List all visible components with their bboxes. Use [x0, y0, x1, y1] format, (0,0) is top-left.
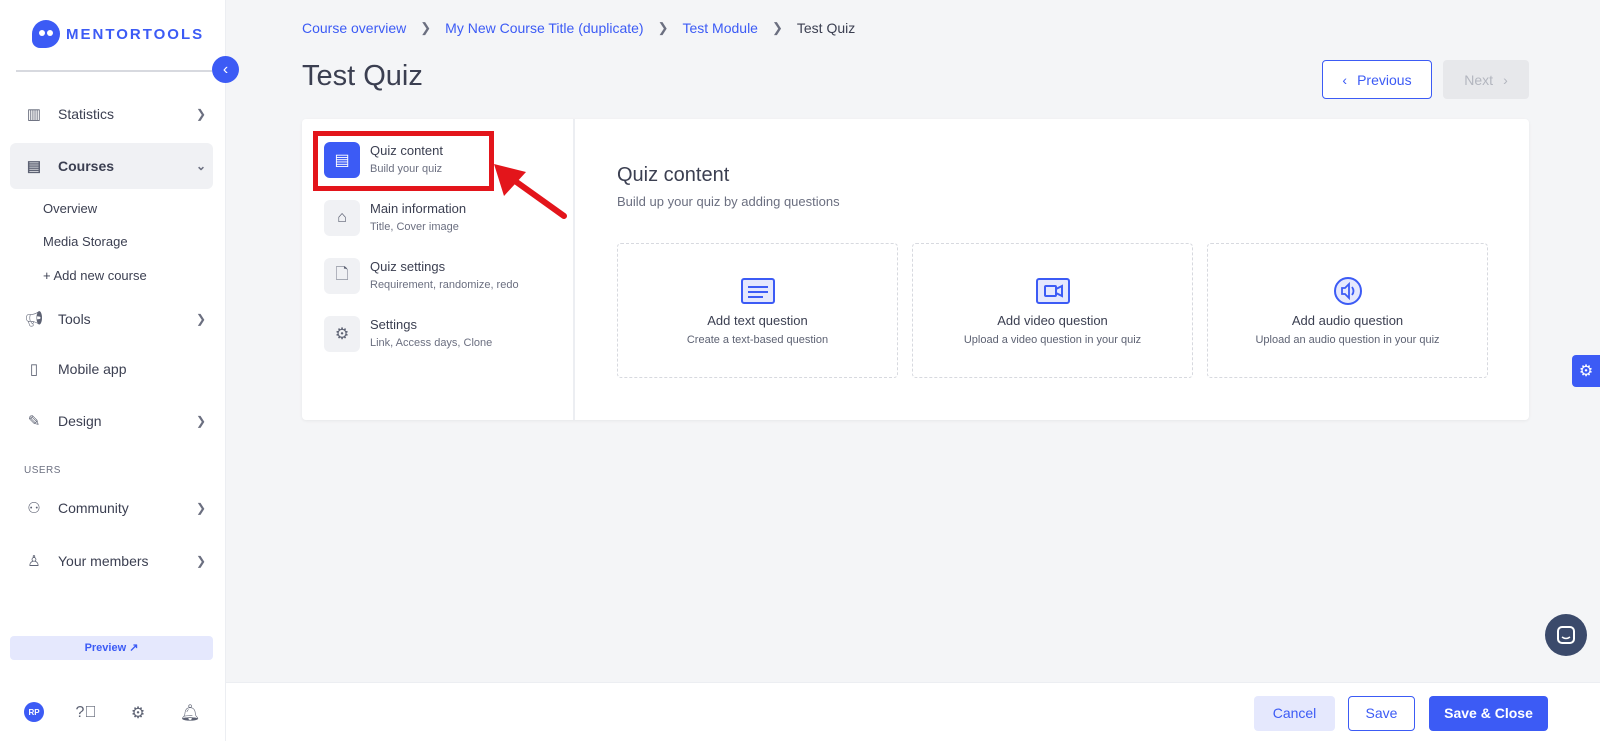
- chevron-right-icon: ❯: [195, 501, 207, 515]
- sidebar-item-community[interactable]: ⚇ Community ❯: [10, 485, 213, 531]
- previous-button[interactable]: ‹ Previous: [1322, 60, 1432, 99]
- content-title: Quiz content: [617, 164, 730, 186]
- sidebar-item-tools[interactable]: 📢︎ Tools ❯: [10, 296, 213, 342]
- breadcrumb-module[interactable]: Test Module: [682, 20, 757, 36]
- sidebar-item-design[interactable]: ✎ Design ❯: [10, 398, 213, 444]
- text-icon: [740, 277, 775, 305]
- quiz-menu-item-settings[interactable]: ⚙ Settings Link, Access days, Clone: [324, 316, 492, 352]
- card-title: Add text question: [707, 313, 808, 328]
- arrow-annotation-icon: [494, 164, 567, 219]
- help-icon[interactable]: ?⃝: [75, 702, 97, 724]
- document-icon: 🗋︎: [324, 258, 360, 294]
- logo[interactable]: MENTORTOOLS: [32, 20, 204, 48]
- megaphone-icon: 📢︎: [24, 311, 44, 328]
- video-icon: [1035, 277, 1070, 305]
- breadcrumb-course[interactable]: My New Course Title (duplicate): [445, 20, 643, 36]
- chevron-right-icon: ❯: [657, 20, 669, 35]
- menu-item-subtitle: Requirement, randomize, redo: [370, 279, 519, 291]
- menu-item-title: Main information: [370, 201, 467, 216]
- user-icon: ♙: [27, 553, 41, 570]
- sidebar-item-label: Courses: [58, 158, 115, 174]
- sidebar-subitem-overview[interactable]: Overview: [43, 201, 97, 216]
- preview-button[interactable]: Preview ↗: [10, 636, 213, 660]
- sidebar-subitem-media-storage[interactable]: Media Storage: [43, 234, 128, 249]
- gear-icon[interactable]: ⚙: [127, 702, 149, 724]
- group-icon: ⚇: [27, 500, 41, 517]
- logo-icon: [32, 20, 60, 48]
- home-icon: ⌂: [324, 200, 360, 236]
- sidebar: MENTORTOOLS ▥ Statistics ❯ ▤ Courses ⌄ O…: [0, 0, 226, 741]
- settings-tab-button[interactable]: ⚙: [1572, 355, 1600, 387]
- chevron-right-icon: ❯: [195, 414, 207, 428]
- book-icon: ▤: [26, 158, 42, 175]
- next-button[interactable]: Next ›: [1443, 60, 1529, 99]
- quiz-menu-item-quiz-settings[interactable]: 🗋︎ Quiz settings Requirement, randomize,…: [324, 258, 519, 294]
- add-video-question-card[interactable]: Add video question Upload a video questi…: [912, 243, 1193, 378]
- breadcrumb-course-overview[interactable]: Course overview: [302, 20, 406, 36]
- menu-item-subtitle: Title, Cover image: [370, 221, 459, 233]
- sidebar-item-label: Design: [58, 413, 102, 429]
- pencil-icon: ✎: [27, 413, 41, 430]
- next-label: Next: [1464, 71, 1494, 88]
- sidebar-item-label: Community: [58, 500, 129, 516]
- sidebar-item-courses[interactable]: ▤ Courses ⌄: [10, 143, 213, 189]
- card-title: Add audio question: [1291, 313, 1404, 328]
- sidebar-item-label: Tools: [58, 311, 91, 327]
- mobile-icon: ▯: [29, 361, 39, 378]
- sidebar-item-label: Your members: [58, 553, 149, 569]
- sidebar-item-label: Statistics: [58, 106, 115, 122]
- chat-launcher-button[interactable]: [1545, 614, 1587, 656]
- add-text-question-card[interactable]: Add text question Create a text-based qu…: [617, 243, 898, 378]
- chevron-down-icon: ⌄: [195, 159, 207, 173]
- save-and-close-button[interactable]: Save & Close: [1429, 696, 1548, 731]
- gear-icon: ⚙: [1578, 363, 1594, 380]
- content-subtitle: Build up your quiz by adding questions: [617, 194, 840, 209]
- chat-icon: [1557, 626, 1575, 644]
- chevron-left-icon: ‹: [1342, 71, 1348, 88]
- chevron-right-icon: ❯: [420, 20, 432, 35]
- chevron-right-icon: ›: [1503, 71, 1508, 88]
- chevron-right-icon: ❯: [195, 312, 207, 326]
- gear-icon: ⚙: [324, 316, 360, 352]
- menu-item-title: Quiz settings: [370, 259, 446, 274]
- sidebar-subitem-add-course[interactable]: + Add new course: [43, 268, 147, 283]
- logo-text: MENTORTOOLS: [66, 25, 205, 43]
- highlight-annotation: [313, 131, 494, 191]
- card-title: Add video question: [997, 313, 1108, 328]
- sidebar-item-mobile-app[interactable]: ▯ Mobile app: [10, 346, 213, 392]
- avatar[interactable]: RP: [24, 702, 44, 722]
- menu-item-title: Settings: [370, 317, 417, 332]
- sidebar-item-statistics[interactable]: ▥ Statistics ❯: [10, 91, 213, 137]
- chevron-right-icon: ❯: [771, 20, 783, 35]
- collapse-sidebar-button[interactable]: ‹: [212, 56, 239, 83]
- add-audio-question-card[interactable]: Add audio question Upload an audio quest…: [1207, 243, 1488, 378]
- menu-item-subtitle: Link, Access days, Clone: [370, 337, 493, 349]
- sidebar-item-label: Mobile app: [58, 361, 127, 377]
- save-button[interactable]: Save: [1348, 696, 1415, 731]
- chevron-right-icon: ❯: [195, 107, 207, 121]
- bar-chart-icon: ▥: [26, 106, 42, 123]
- page-title: Test Quiz: [302, 60, 423, 92]
- bell-icon[interactable]: 🔔︎: [179, 702, 201, 724]
- previous-label: Previous: [1357, 71, 1412, 88]
- card-subtitle: Upload a video question in your quiz: [963, 334, 1142, 346]
- cancel-button[interactable]: Cancel: [1254, 696, 1335, 731]
- card-subtitle: Upload an audio question in your quiz: [1255, 334, 1440, 346]
- chevron-right-icon: ❯: [195, 554, 207, 568]
- breadcrumb-current: Test Quiz: [796, 20, 856, 36]
- breadcrumb: Course overview ❯ My New Course Title (d…: [302, 20, 855, 36]
- chevron-left-icon: ‹: [222, 60, 229, 78]
- card-subtitle: Create a text-based question: [686, 334, 829, 346]
- audio-icon: [1331, 277, 1365, 305]
- sidebar-divider: [16, 70, 212, 72]
- sidebar-item-your-members[interactable]: ♙ Your members ❯: [10, 538, 213, 584]
- quiz-menu-item-main-information[interactable]: ⌂ Main information Title, Cover image: [324, 200, 466, 236]
- sidebar-section-users: USERS: [24, 465, 61, 476]
